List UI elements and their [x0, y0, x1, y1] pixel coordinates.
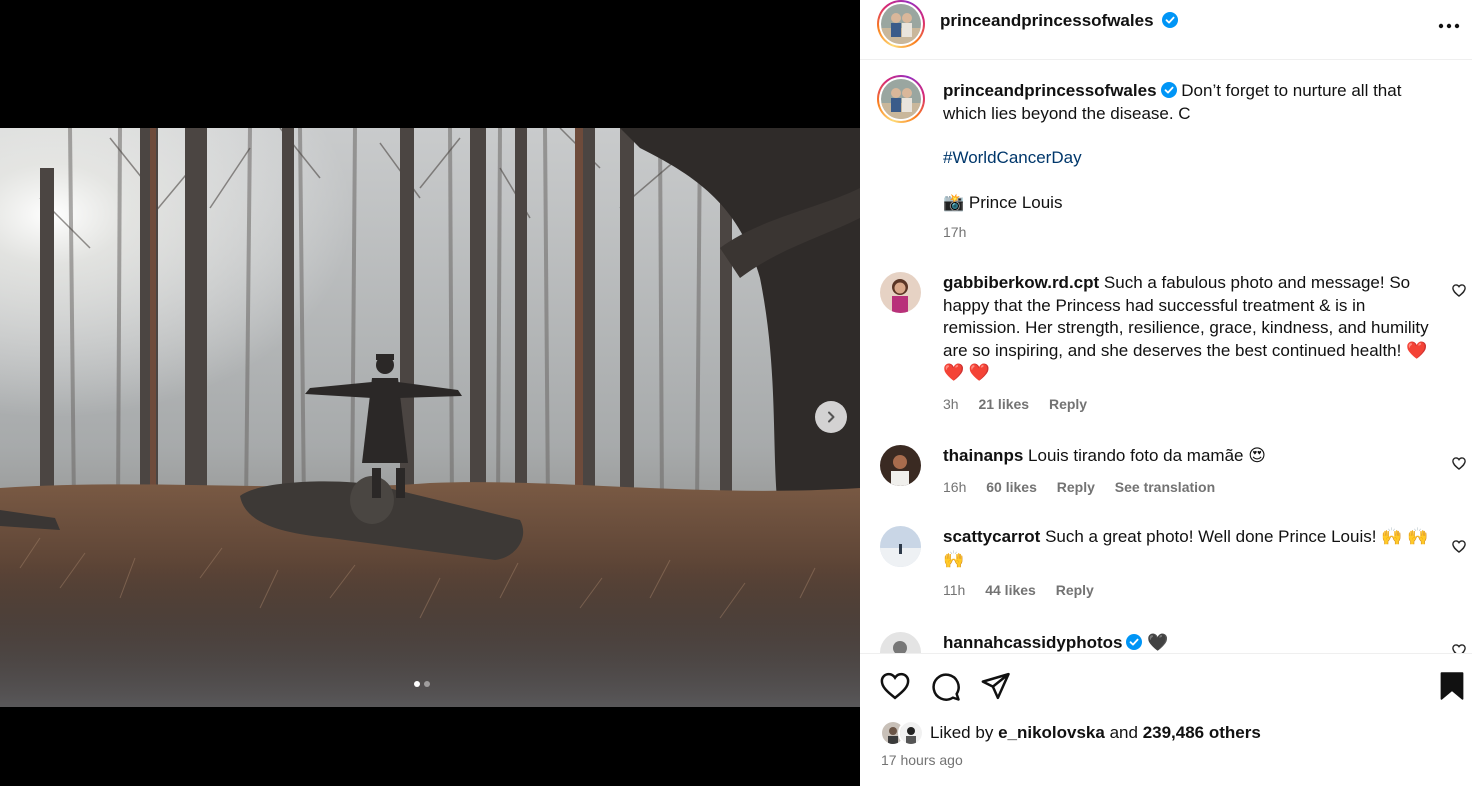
photo-credit: Prince Louis [968, 192, 1063, 212]
save-button[interactable] [1440, 672, 1464, 705]
comment-likes[interactable]: 21 likes [978, 396, 1029, 412]
avatar-photo [881, 4, 921, 44]
comment-like-button[interactable] [1452, 644, 1466, 653]
comment-time[interactable]: 3h [943, 396, 959, 412]
comments-scroll-area[interactable]: princeandprincessofwales Don’t forget to… [860, 60, 1472, 653]
comment-username[interactable]: scattycarrot [943, 527, 1040, 546]
comment-like-button[interactable] [1452, 284, 1466, 302]
heart-icon [1452, 457, 1466, 470]
see-translation-button[interactable]: See translation [1115, 479, 1215, 495]
hashtag-link[interactable]: #WorldCancerDay [943, 148, 1082, 167]
bookmark-icon [1440, 672, 1464, 700]
verified-icon [1126, 634, 1143, 650]
avatar-photo [880, 632, 921, 653]
post-header: princeandprincessofwales [860, 0, 1472, 60]
comment-username[interactable]: gabbiberkow.rd.cpt [943, 273, 1099, 292]
carousel-dot [424, 681, 430, 687]
comment-username[interactable]: hannahcassidyphotos [943, 633, 1122, 652]
more-options-button[interactable] [1438, 12, 1460, 35]
comment-time[interactable]: 11h [943, 582, 965, 598]
comment-username[interactable]: thainanps [943, 446, 1023, 465]
avatar-photo [900, 722, 922, 744]
commenter-avatar[interactable] [880, 632, 921, 653]
avatar-photo [880, 526, 921, 567]
post-caption: princeandprincessofwales Don’t forget to… [943, 80, 1433, 244]
comment-text: 🖤 [1147, 633, 1169, 652]
post-side-panel: princeandprincessofwales princeandprince… [860, 0, 1472, 786]
header-username[interactable]: princeandprincessofwales [940, 11, 1154, 30]
liked-by-prefix: Liked by [930, 723, 994, 742]
comment-time[interactable]: 16h [943, 479, 966, 495]
verified-icon [1160, 82, 1177, 98]
avatar-photo [880, 272, 921, 313]
liked-by-user[interactable]: e_nikolovska [998, 723, 1105, 743]
reply-button[interactable]: Reply [1057, 479, 1095, 495]
heart-icon [1452, 284, 1466, 297]
caption-author-avatar[interactable] [877, 75, 925, 123]
comment-button[interactable] [931, 672, 961, 707]
caption-username[interactable]: princeandprincessofwales [943, 81, 1157, 100]
share-icon [981, 672, 1010, 700]
carousel-dot-active [414, 681, 420, 687]
heart-icon [1452, 540, 1466, 553]
more-icon [1438, 23, 1460, 29]
heart-icon [1452, 644, 1466, 653]
post-timestamp[interactable]: 17 hours ago [881, 752, 963, 768]
carousel-next-button[interactable] [815, 401, 847, 433]
comment-text: Louis tirando foto da mamãe 😍 [1028, 446, 1266, 465]
commenter-avatar[interactable] [880, 526, 921, 567]
post-photo[interactable] [0, 128, 860, 707]
chevron-right-icon [828, 411, 835, 423]
liked-by-and: and [1109, 723, 1138, 742]
comment-likes[interactable]: 44 likes [985, 582, 1036, 598]
commenter-avatar[interactable] [880, 445, 921, 486]
commenter-avatar[interactable] [880, 272, 921, 313]
avatar-photo [881, 79, 921, 119]
heart-icon [880, 672, 910, 700]
share-button[interactable] [981, 672, 1011, 705]
verified-icon [1161, 12, 1178, 28]
liked-by-summary: Liked by e_nikolovska and 239,486 others [880, 720, 1261, 746]
avatar-photo [880, 445, 921, 486]
comment-like-button[interactable] [1452, 540, 1466, 558]
carousel-indicator [414, 681, 430, 687]
liker-avatar[interactable] [898, 720, 924, 746]
comment-like-button[interactable] [1452, 457, 1466, 475]
media-viewer [0, 0, 860, 786]
camera-emoji: 📸 [943, 192, 965, 212]
comment-likes[interactable]: 60 likes [986, 479, 1037, 495]
likes-count[interactable]: 239,486 others [1143, 723, 1261, 743]
reply-button[interactable]: Reply [1049, 396, 1087, 412]
post-actions-bar: Liked by e_nikolovska and 239,486 others… [860, 653, 1472, 786]
comment-icon [932, 673, 960, 701]
author-avatar[interactable] [877, 0, 925, 48]
caption-timestamp[interactable]: 17h [943, 221, 1433, 244]
like-button[interactable] [880, 672, 910, 705]
reply-button[interactable]: Reply [1056, 582, 1094, 598]
forest-photo-image [0, 128, 860, 707]
instagram-post-modal: princeandprincessofwales princeandprince… [0, 0, 1472, 786]
